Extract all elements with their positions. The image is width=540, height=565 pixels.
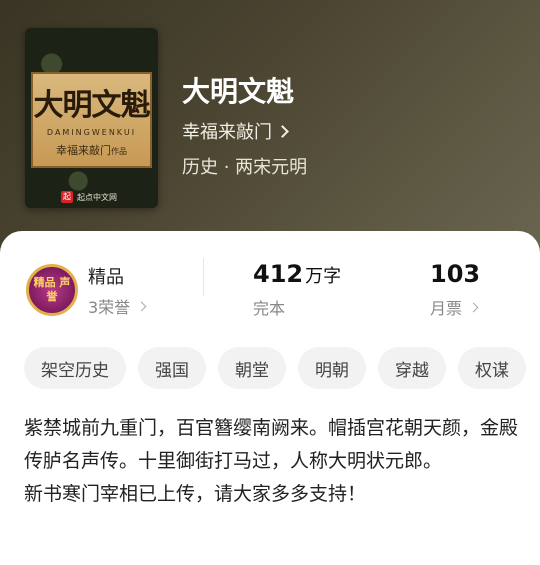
publisher-logo: 起 起点中文网 bbox=[61, 190, 117, 204]
book-description[interactable]: 紫禁城前九重门，百官簪缨南阙来。帽插宫花朝天颜，金殿传胪名声传。十里御街打马过，… bbox=[24, 412, 524, 511]
description-paragraph: 新书寒门宰相已上传，请大家多多支持！ bbox=[24, 483, 367, 505]
stats-divider bbox=[203, 258, 204, 296]
honor-badge-icon[interactable]: 精品 声誉 bbox=[26, 264, 78, 316]
publisher-name: 起点中文网 bbox=[77, 192, 117, 202]
tag-chip[interactable]: 架空历史 bbox=[24, 347, 126, 389]
honor-link[interactable]: 3荣誉 bbox=[88, 294, 147, 318]
chevron-right-icon bbox=[136, 301, 147, 311]
tag-list: 架空历史 强国 朝堂 明朝 穿越 权谋 bbox=[24, 347, 526, 389]
chevron-right-icon bbox=[468, 302, 479, 312]
author-link[interactable]: 幸福来敲门 bbox=[182, 118, 289, 144]
cover-title: 大明文魁 bbox=[33, 88, 151, 123]
tag-chip[interactable]: 朝堂 bbox=[218, 347, 286, 389]
tag-chip[interactable]: 明朝 bbox=[298, 347, 366, 389]
honor-label: 精品 bbox=[88, 267, 124, 288]
publisher-logo-mark: 起 bbox=[61, 191, 73, 203]
book-title: 大明文魁 bbox=[182, 75, 295, 108]
book-cover[interactable]: 大明文魁 DAMINGWENKUI 幸福来敲门作品 起 起点中文网 bbox=[25, 28, 158, 208]
word-count: 412 万字 bbox=[253, 260, 342, 288]
monthly-tickets-count: 103 bbox=[430, 260, 481, 288]
monthly-tickets-link[interactable]: 月票 bbox=[430, 295, 479, 319]
chevron-right-icon bbox=[276, 124, 289, 138]
book-genre: 历史 · 两宋元明 bbox=[182, 157, 308, 178]
tag-chip[interactable]: 强国 bbox=[138, 347, 206, 389]
cover-author: 幸福来敲门作品 bbox=[56, 144, 127, 157]
completion-status: 完本 bbox=[253, 299, 286, 318]
tag-chip[interactable]: 权谋 bbox=[458, 347, 526, 389]
honor-count: 3荣誉 bbox=[88, 298, 131, 317]
tag-chip[interactable]: 穿越 bbox=[378, 347, 446, 389]
description-paragraph: 紫禁城前九重门，百官簪缨南阙来。帽插宫花朝天颜，金殿传胪名声传。十里御街打马过，… bbox=[24, 417, 519, 472]
author-name: 幸福来敲门 bbox=[182, 122, 272, 143]
monthly-tickets-label: 月票 bbox=[430, 299, 463, 318]
cover-title-band: 大明文魁 DAMINGWENKUI 幸福来敲门作品 bbox=[31, 72, 152, 168]
cover-pinyin: DAMINGWENKUI bbox=[46, 128, 137, 137]
